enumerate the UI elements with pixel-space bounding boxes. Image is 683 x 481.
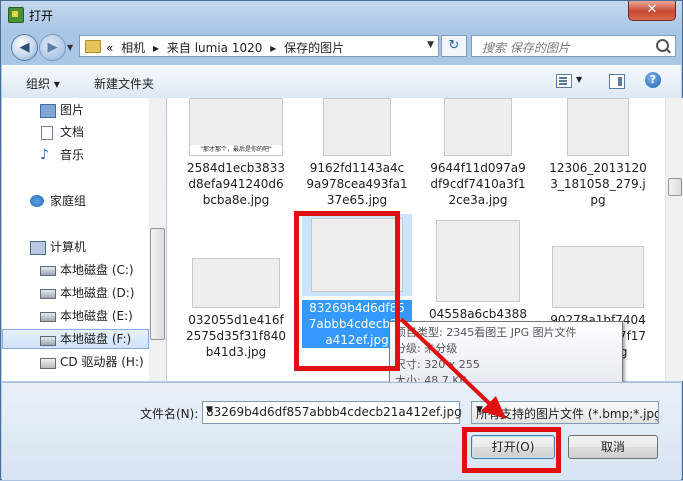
file-list-scrollbar[interactable] <box>665 98 683 381</box>
file-item[interactable]: "那才那个，最后是你的吧" 2584d1ecb3833d8efa941240d6… <box>181 98 291 208</box>
sidebar-item-label: 家庭组 <box>50 194 87 208</box>
sidebar-item-label: 文档 <box>60 125 85 139</box>
file-name: 9162fd1143a4c9a978cea493fa137e65.jpg <box>306 161 408 207</box>
sidebar-item-computer[interactable]: 计算机 <box>2 237 149 257</box>
file-item[interactable]: 9644f11d097a9df9cdf7410a3f12ce3a.jpg <box>423 98 533 208</box>
sidebar-item-music[interactable]: ♪ 音乐 <box>2 145 149 165</box>
tooltip-rating: 分级: 未分级 <box>395 342 458 355</box>
app-icon <box>8 7 24 23</box>
preview-pane-icon[interactable] <box>609 74 625 89</box>
filetype-select[interactable]: 所有支持的图片文件 (*.bmp;*.jpg) ▼ <box>471 401 659 424</box>
title-bar: 打开 ✕ <box>1 1 682 31</box>
address-bar[interactable]: « 相机 ▸ 来自 lumia 1020 ▸ 保存的图片 ▼ <box>79 35 439 57</box>
sidebar-item-label: 图片 <box>60 103 85 117</box>
file-item[interactable]: 9162fd1143a4c9a978cea493fa137e65.jpg <box>302 98 412 208</box>
bottom-bar: 文件名(N): 83269b4d6df857abbb4cdecb21a412ef… <box>2 382 681 480</box>
file-name: 032055d1e416f2575d35f31f840b41d3.jpg <box>185 313 287 359</box>
tooltip-dimensions: 尺寸: 320 x 255 <box>395 358 480 371</box>
filename-dropdown-icon[interactable]: ▼ <box>206 405 456 415</box>
sidebar-item-label: 本地磁盘 (C:) <box>60 263 134 277</box>
help-button[interactable]: ? <box>645 72 661 88</box>
highlight-box-open-button <box>462 427 561 473</box>
thumbnail-caption: "那才那个，最后是你的吧" <box>190 145 282 155</box>
search-icon[interactable] <box>656 39 669 52</box>
breadcrumb-saved-pictures[interactable]: 保存的图片 <box>284 41 344 55</box>
filename-field[interactable]: 83269b4d6df857abbb4cdecb21a412ef.jpg ▼ <box>202 401 462 424</box>
sidebar-item-label: CD 驱动器 (H:) <box>60 355 144 369</box>
documents-icon <box>41 126 53 140</box>
window-title: 打开 <box>29 9 54 23</box>
drive-icon <box>40 266 56 276</box>
file-name: 2584d1ecb3833d8efa941240d6bcba8e.jpg <box>187 161 285 207</box>
breadcrumb-separator-icon[interactable]: ▸ <box>153 41 159 55</box>
file-name: 12306_20131203_181058_279.jpg <box>549 161 647 207</box>
sidebar-item-drive-f[interactable]: 本地磁盘 (F:) <box>2 329 149 349</box>
sidebar-item-drive-e[interactable]: 本地磁盘 (E:) <box>2 306 149 326</box>
sidebar-item-pictures[interactable]: 图片 <box>2 100 149 120</box>
sidebar-item-label: 计算机 <box>50 240 87 254</box>
sidebar-item-label: 音乐 <box>60 148 85 162</box>
file-list-scrollbar-thumb[interactable] <box>668 178 682 196</box>
address-row: ◀ ▶ ▼ « 相机 ▸ 来自 lumia 1020 ▸ 保存的图片 ▼ ↻ 搜… <box>1 31 682 63</box>
file-item[interactable]: 032055d1e416f2575d35f31f840b41d3.jpg <box>181 258 291 360</box>
sidebar-item-homegroup[interactable]: 家庭组 <box>2 191 149 211</box>
sidebar-item-label: 本地磁盘 (F:) <box>60 332 132 346</box>
file-thumbnail: "那才那个，最后是你的吧" <box>189 98 283 156</box>
navigation-scrollbar[interactable] <box>149 98 166 381</box>
sidebar-item-drive-c[interactable]: 本地磁盘 (C:) <box>2 260 149 280</box>
file-thumbnail <box>323 98 391 156</box>
command-bar: 组织 ▾ 新建文件夹 ▼ ? <box>2 65 681 99</box>
breadcrumb-overflow[interactable]: « <box>106 41 113 55</box>
breadcrumb-separator-icon[interactable]: ▸ <box>270 41 276 55</box>
homegroup-icon <box>30 195 44 207</box>
refresh-button[interactable]: ↻ <box>441 35 467 57</box>
music-icon: ♪ <box>40 147 49 163</box>
tooltip-type: 项目类型: 2345看图王 JPG 图片文件 <box>395 326 577 339</box>
computer-icon <box>30 241 46 255</box>
sidebar-item-drive-d[interactable]: 本地磁盘 (D:) <box>2 283 149 303</box>
sidebar-item-cd-drive[interactable]: CD 驱动器 (H:) <box>2 352 149 372</box>
recent-pages-dropdown-icon[interactable]: ▼ <box>67 43 73 52</box>
drive-icon <box>40 336 56 346</box>
open-file-dialog: 打开 ✕ ◀ ▶ ▼ « 相机 ▸ 来自 lumia 1020 ▸ 保存的图片 … <box>0 0 683 480</box>
back-button[interactable]: ◀ <box>11 34 38 61</box>
sidebar-item-label: 本地磁盘 (E:) <box>60 309 133 323</box>
new-folder-button[interactable]: 新建文件夹 <box>94 75 154 92</box>
navigation-scrollbar-thumb[interactable] <box>150 228 165 340</box>
file-thumbnail <box>436 220 520 302</box>
address-dropdown-icon[interactable]: ▼ <box>427 40 434 50</box>
file-thumbnail <box>444 98 512 156</box>
drive-icon <box>40 312 56 322</box>
pictures-icon <box>40 104 56 118</box>
folder-icon <box>85 40 101 53</box>
navigation-pane: 图片 文档 ♪ 音乐 家庭组 计算机 本地磁盘 (C:) 本地磁盘 (D:) 本 <box>2 98 150 381</box>
close-button[interactable]: ✕ <box>628 1 676 21</box>
file-thumbnail <box>552 246 644 308</box>
organize-button[interactable]: 组织 ▾ <box>26 75 60 92</box>
file-thumbnail <box>192 258 280 308</box>
cancel-button[interactable]: 取消 <box>568 435 658 459</box>
sidebar-item-label: 本地磁盘 (D:) <box>60 286 135 300</box>
file-name: 9644f11d097a9df9cdf7410a3f12ce3a.jpg <box>430 161 526 207</box>
breadcrumb-lumia[interactable]: 来自 lumia 1020 <box>167 41 263 55</box>
file-item[interactable]: 12306_20131203_181058_279.jpg <box>543 98 653 208</box>
filetype-dropdown-icon[interactable]: ▼ <box>476 405 655 415</box>
forward-button[interactable]: ▶ <box>39 34 66 61</box>
search-input[interactable]: 搜索 保存的图片 <box>471 35 676 57</box>
cd-drive-icon <box>40 358 56 369</box>
filename-label: 文件名(N): <box>140 407 199 421</box>
sidebar-item-documents[interactable]: 文档 <box>2 122 149 142</box>
breadcrumb: « 相机 ▸ 来自 lumia 1020 ▸ 保存的图片 <box>106 39 348 56</box>
breadcrumb-camera[interactable]: 相机 <box>121 41 145 55</box>
highlight-box-selected-file <box>294 211 400 371</box>
drive-icon <box>40 289 56 299</box>
view-dropdown-icon[interactable]: ▼ <box>576 75 582 84</box>
search-placeholder: 搜索 保存的图片 <box>482 41 570 55</box>
change-view-icon[interactable] <box>556 74 572 88</box>
file-thumbnail <box>567 98 629 156</box>
